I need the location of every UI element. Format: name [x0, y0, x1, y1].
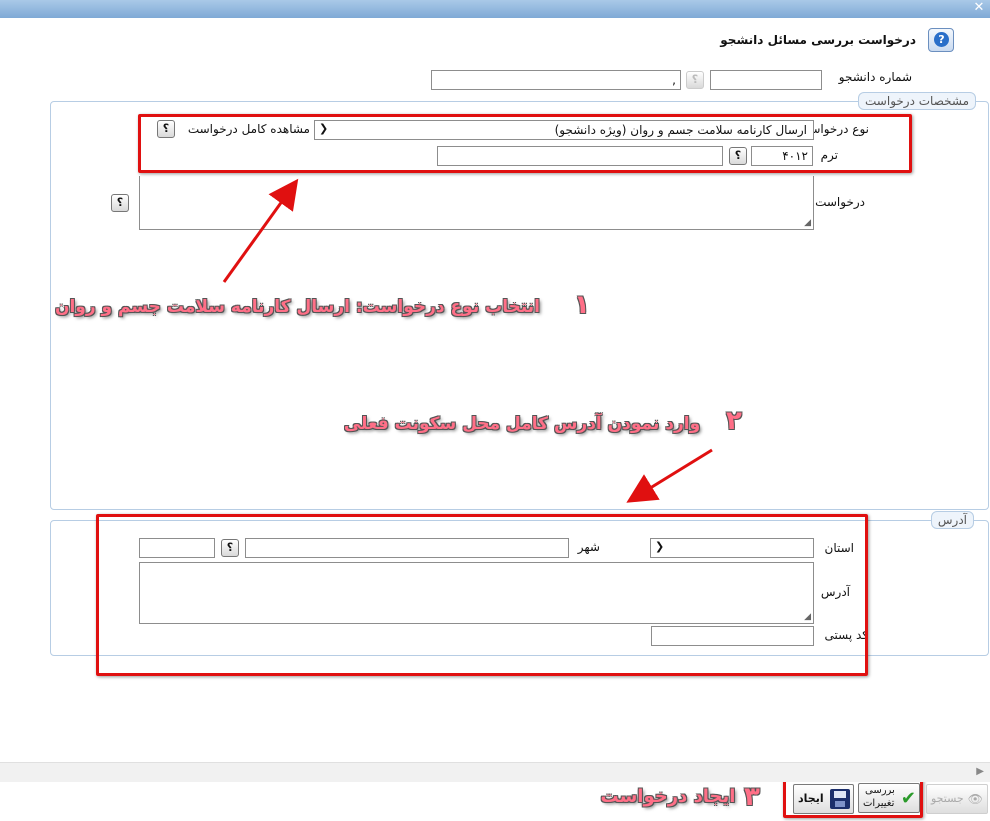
highlight-address: [96, 514, 868, 676]
step1-number: ۱: [574, 290, 590, 320]
save-disk-icon: [830, 789, 850, 809]
request-legend: مشخصات درخواست: [858, 92, 976, 110]
close-icon[interactable]: ✕: [972, 1, 986, 15]
status-bar: ▶: [0, 762, 990, 782]
create-button[interactable]: ایجاد: [793, 784, 854, 814]
first-request-textarea[interactable]: ◢: [139, 176, 814, 230]
step2-text: وارد نمودن آدرس کامل محل سکونت فعلی: [343, 414, 701, 434]
step3-number: ۳: [744, 782, 760, 812]
highlight-request-type: [138, 114, 912, 173]
resize-grip-icon: ◢: [804, 218, 811, 228]
binoculars-icon: 👁: [967, 792, 983, 806]
review-changes-button[interactable]: ✔ بررسی تغییرات: [858, 783, 920, 813]
step2-number: ۲: [726, 406, 742, 436]
checkmark-icon: ✔: [900, 788, 916, 809]
page-title: درخواست بررسی مسائل دانشجو: [720, 33, 916, 47]
first-request-help-icon[interactable]: ؟: [111, 194, 129, 212]
search-button[interactable]: 👁 جستجو: [926, 784, 988, 814]
step1-text: انتخاب نوع درخواست: ارسال کارنامه سلامت …: [54, 297, 540, 317]
student-help-icon[interactable]: ؟: [686, 71, 704, 89]
step3-text: ایجاد درخواست: [600, 786, 736, 807]
scroll-right-icon[interactable]: ▶: [976, 766, 984, 777]
address-legend: آدرس: [930, 511, 974, 529]
student-number-input[interactable]: [710, 70, 822, 90]
form-title-icon: ?: [928, 28, 954, 52]
window-titlebar: ✕: [0, 0, 990, 18]
student-name-field: ,: [431, 70, 681, 90]
student-number-label: شماره دانشجو: [838, 70, 912, 84]
